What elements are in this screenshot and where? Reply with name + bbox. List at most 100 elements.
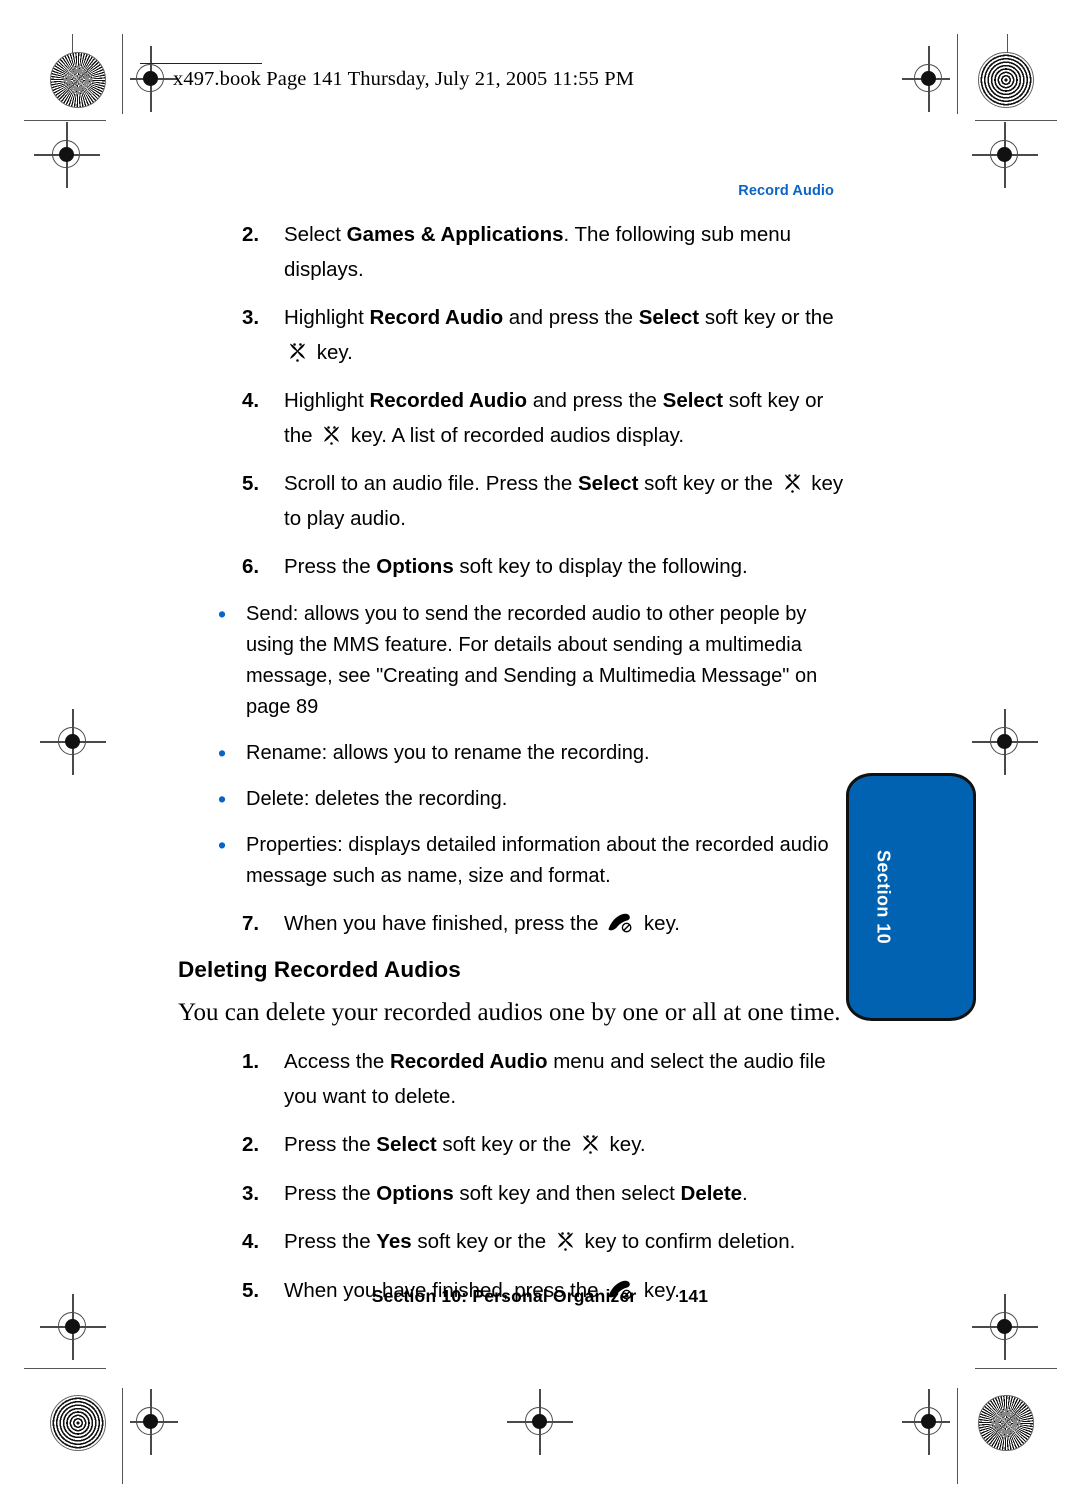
numbered-step: 4. Press the Yes soft key or the key to c… xyxy=(178,1225,850,1260)
bullet-item: • Delete: deletes the recording. xyxy=(178,784,850,815)
body-text: Scroll to an audio file. Press the xyxy=(284,472,578,495)
emphasis-text: Recorded Audio xyxy=(389,1050,548,1073)
step-number: 3. xyxy=(242,306,260,329)
step-number: 5. xyxy=(242,472,260,495)
step-number: 4. xyxy=(242,389,260,412)
body-text: soft key or the xyxy=(638,472,779,495)
bullet-dot-icon: • xyxy=(218,785,227,812)
body-text: Press the xyxy=(284,1133,377,1156)
step-number: 7. xyxy=(242,911,260,935)
body-text: Press the xyxy=(284,1230,377,1253)
step-text: Select Games & Applications. The followi… xyxy=(284,218,850,287)
numbered-step: 3. Press the Options soft key and then se… xyxy=(178,1177,850,1212)
crosshair-registration-mark-bottom-right xyxy=(902,1389,956,1455)
header-rule xyxy=(140,63,262,65)
crosshair-registration-mark-upper-right xyxy=(972,122,1038,188)
step-text: Highlight Recorded Audio and press the S… xyxy=(284,384,850,453)
section-thumb-tab: Section 10 xyxy=(846,773,976,1021)
section-intro-paragraph: You can delete your recorded audios one … xyxy=(178,999,841,1026)
trim-rule-right-edge xyxy=(957,34,959,114)
numbered-step: 5. Scroll to an audio file. Press the Sel… xyxy=(178,467,850,536)
navigation-ok-key-icon xyxy=(784,474,800,493)
step-text: Press the Select soft key or the key. xyxy=(284,1128,850,1163)
steps-top-list: 2. Select Games & Applications. The follo… xyxy=(178,218,850,585)
trim-rule-footer-right xyxy=(975,1368,1057,1370)
body-text: Access the xyxy=(284,1050,390,1073)
body-text: soft key to display the following. xyxy=(453,555,748,578)
moire-registration-mark-top-right xyxy=(978,52,1034,108)
body-text: soft key or the xyxy=(436,1133,577,1156)
trim-rule-header-left xyxy=(24,120,106,122)
body-text: and press the xyxy=(503,306,639,329)
step-number: 4. xyxy=(242,1230,260,1253)
page-body: 2. Select Games & Applications. The follo… xyxy=(178,218,850,1322)
navigation-ok-key-icon xyxy=(324,425,340,445)
page-footer: Section 10: Personal Organizer 141 xyxy=(0,1286,1080,1307)
starburst-registration-mark-top-left xyxy=(50,52,106,108)
trim-rule-header-right xyxy=(975,120,1057,122)
emphasis-text: Yes xyxy=(376,1230,412,1253)
body-text: When you have finished, press the xyxy=(284,911,605,935)
step-text: Scroll to an audio file. Press the Selec… xyxy=(284,467,850,536)
emphasis-text: Select xyxy=(376,1133,437,1156)
end-call-key-icon xyxy=(608,913,632,932)
body-text: key. xyxy=(638,911,680,935)
bullet-text: Delete: deletes the recording. xyxy=(246,784,850,815)
body-text: soft key or the xyxy=(411,1230,552,1253)
options-bullet-list: • Send: allows you to send the recorded a… xyxy=(178,599,850,892)
crosshair-registration-mark-middle-right xyxy=(972,709,1038,775)
bullet-item: • Send: allows you to send the recorded a… xyxy=(178,599,850,723)
step-text: Press the Yes soft key or the key to con… xyxy=(284,1225,850,1260)
body-text: key. A list of recorded audios display. xyxy=(345,423,685,447)
body-text: Highlight xyxy=(284,306,370,329)
emphasis-text: Select xyxy=(638,306,700,329)
crosshair-registration-mark-top-right xyxy=(902,46,956,112)
numbered-step: 1. Access the Recorded Audio menu and sel… xyxy=(178,1045,850,1114)
body-text: Rename: allows you to rename the recordi… xyxy=(246,741,650,764)
bullet-item: • Properties: displays detailed informati… xyxy=(178,830,850,892)
steps-bottom-list: 1. Access the Recorded Audio menu and sel… xyxy=(178,1045,850,1308)
crosshair-registration-mark-bottom-center xyxy=(507,1389,573,1455)
numbered-step: 3. Highlight Record Audio and press the S… xyxy=(178,301,850,370)
step-text: Press the Options soft key and then sele… xyxy=(284,1177,850,1212)
body-text: key. xyxy=(311,340,353,364)
starburst-registration-mark-bottom-right xyxy=(978,1395,1034,1451)
crosshair-registration-mark-lower-right xyxy=(972,1294,1038,1360)
numbered-step: 4. Highlight Recorded Audio and press the… xyxy=(178,384,850,453)
step-number: 6. xyxy=(242,555,260,578)
crosshair-registration-mark-middle-left xyxy=(40,709,106,775)
emphasis-text: Recorded Audio xyxy=(369,389,528,412)
numbered-step: 2. Press the Select soft key or the key. xyxy=(178,1128,850,1163)
trim-rule-left-edge xyxy=(122,34,124,114)
step-number: 2. xyxy=(242,223,260,246)
bullet-dot-icon: • xyxy=(218,739,227,766)
bullet-text: Properties: displays detailed informatio… xyxy=(246,830,850,892)
step-number: 2. xyxy=(242,1133,260,1156)
trim-rule-bottom-left xyxy=(122,1388,124,1484)
step-text: Press the Options soft key to display th… xyxy=(284,550,850,585)
body-text: Highlight xyxy=(284,389,370,412)
navigation-ok-key-icon xyxy=(289,342,306,362)
crosshair-registration-mark-lower-left xyxy=(40,1294,106,1360)
step-number: 3. xyxy=(242,1181,260,1205)
emphasis-text: Select xyxy=(578,472,639,495)
body-text: and press the xyxy=(527,389,663,412)
step-text: Access the Recorded Audio menu and selec… xyxy=(284,1045,850,1114)
step-seven: 7. When you have finished, press the key. xyxy=(178,907,850,942)
navigation-ok-key-icon xyxy=(557,1232,573,1251)
emphasis-text: Select xyxy=(662,389,724,412)
crosshair-registration-mark-top-left xyxy=(124,46,178,112)
section-heading: Deleting Recorded Audios xyxy=(178,957,461,982)
emphasis-text: Options xyxy=(376,555,454,578)
step-text: When you have finished, press the key. xyxy=(284,907,850,942)
emphasis-text: Games & Applications xyxy=(346,223,564,246)
header-file-stamp: x497.book Page 141 Thursday, July 21, 20… xyxy=(173,68,635,90)
running-head: Record Audio xyxy=(738,183,834,199)
bullet-item: • Rename: allows you to rename the record… xyxy=(178,738,850,769)
bullet-text: Send: allows you to send the recorded au… xyxy=(246,599,850,723)
body-text: key to confirm deletion. xyxy=(578,1230,796,1253)
section-thumb-tab-label: Section 10 xyxy=(873,849,894,945)
trim-rule-bottom-right xyxy=(957,1388,959,1484)
bullet-dot-icon: • xyxy=(218,600,227,627)
bullet-dot-icon: • xyxy=(218,831,227,858)
